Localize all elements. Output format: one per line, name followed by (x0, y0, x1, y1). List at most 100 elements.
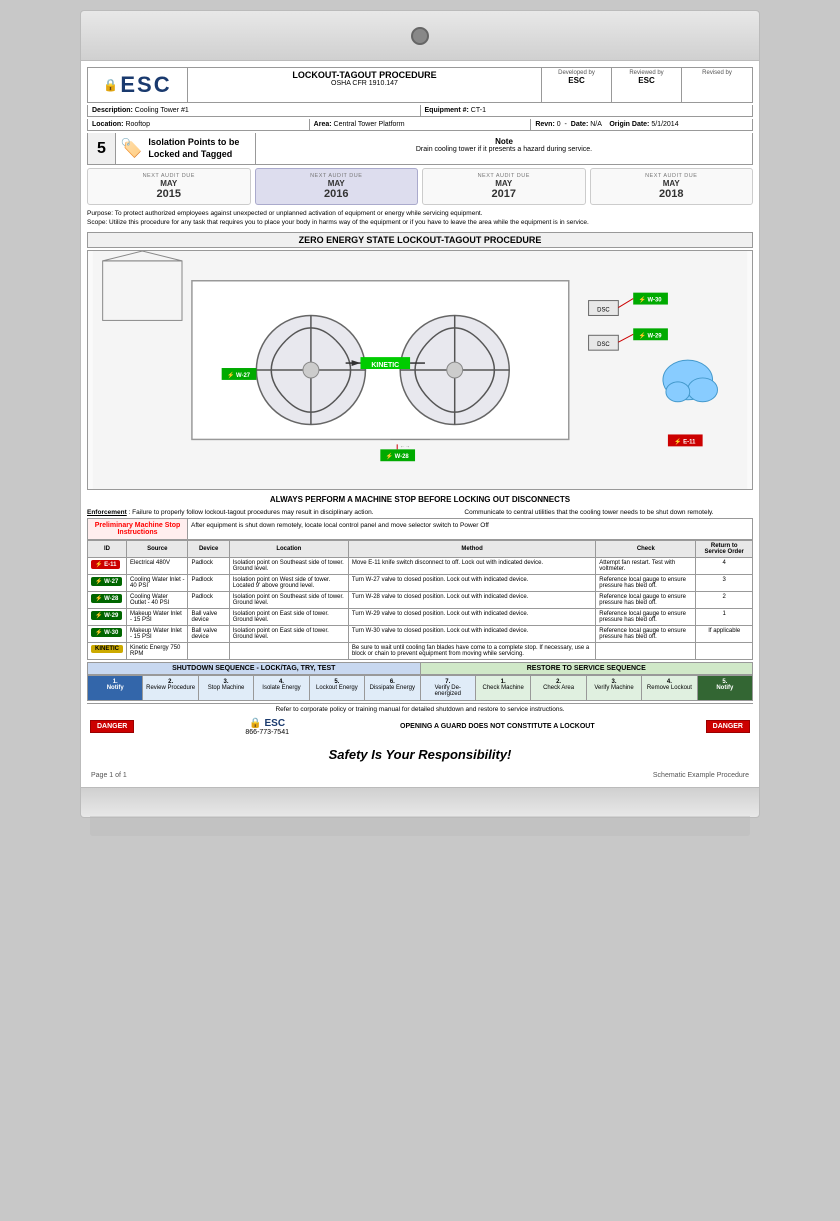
svg-text:KINETIC: KINETIC (371, 362, 399, 369)
step-row: 5 🏷️ Isolation Points to be Locked and T… (87, 133, 753, 165)
lock-icon: 🔒 (103, 78, 118, 92)
revn-value: 0 (557, 121, 561, 128)
info-row: Description: Cooling Tower #1 Equipment … (87, 105, 753, 117)
zero-energy-header: ZERO ENERGY STATE LOCKOUT-TAGOUT PROCEDU… (87, 232, 753, 248)
svg-text:⚡ W-28: ⚡ W-28 (386, 452, 410, 460)
scope-text: Scope: Utilize this procedure for any ta… (87, 218, 753, 227)
step-number: 5 (88, 133, 116, 164)
col-id: ID (88, 540, 127, 557)
cell-id: ⚡ W-27 (88, 574, 127, 591)
step-icon-title: 🏷️ Isolation Points to be Locked and Tag… (116, 133, 256, 164)
table-row: ⚡ W-27 Cooling Water Inlet - 40 PSI Padl… (88, 574, 753, 591)
table-row: ⚡ W-28 Cooling Water Outlet - 40 PSI Pad… (88, 591, 753, 608)
equipment-value: CT-1 (471, 107, 486, 114)
audit-year-2015: 2015 (90, 188, 248, 200)
cell-id: ⚡ W-30 (88, 625, 127, 642)
developed-by-value: ESC (544, 76, 609, 85)
svg-text:⚡ W-30: ⚡ W-30 (639, 295, 663, 303)
title-sub: OSHA CFR 1910.147 (192, 80, 537, 87)
col-device: Device (188, 540, 229, 557)
cell-device: Padlock (188, 591, 229, 608)
audit-year-2018: 2018 (593, 188, 751, 200)
equipment-cell: Equipment #: CT-1 (421, 105, 753, 116)
cell-location (229, 642, 348, 659)
cell-source: Kinetic Energy 750 RPM (127, 642, 188, 659)
tag-icon: 🏷️ (120, 138, 142, 159)
title-cell: LOCKOUT-TAGOUT PROCEDURE OSHA CFR 1910.1… (188, 68, 542, 102)
revn-label: Revn: (535, 121, 554, 128)
danger-badge-right: DANGER (706, 720, 750, 733)
seq-step-7: 1.Check Machine (476, 675, 531, 701)
cell-check: Reference local gauge to ensure pressure… (596, 608, 696, 625)
cell-device: Padlock (188, 557, 229, 574)
audit-month-2016: MAY (258, 179, 416, 188)
revised-by-cell: Revised by (682, 68, 752, 102)
shutdown-title: SHUTDOWN SEQUENCE - LOCK/TAG, TRY, TEST (87, 662, 421, 675)
cell-order: 4 (696, 557, 753, 574)
id-badge: ⚡ E-11 (91, 560, 120, 569)
seq-step-11: 5.Notify (698, 675, 753, 701)
cell-order (696, 642, 753, 659)
seq-label-4: Lockout Energy (312, 685, 362, 691)
cell-method: Turn W-30 valve to closed position. Lock… (348, 625, 595, 642)
logo-cell: 🔒 ESC (88, 68, 188, 102)
seq-label-8: Check Area (533, 685, 583, 691)
table-row: KINETIC Kinetic Energy 750 RPM Be sure t… (88, 642, 753, 659)
seq-step-10: 4.Remove Lockout (642, 675, 697, 701)
cell-location: Isolation point on East side of tower. G… (229, 608, 348, 625)
id-badge: ⚡ W-30 (91, 628, 122, 637)
audit-box-2016: NEXT AUDIT DUE MAY 2016 (255, 168, 419, 205)
footer-logo: 🔒 ESC (245, 718, 289, 729)
seq-step-4: 5.Lockout Energy (310, 675, 365, 701)
dev-rev-cells: Developed by ESC Reviewed by ESC Revised… (542, 68, 752, 102)
footer-row: DANGER 🔒 ESC 866-773-7541 OPENING A GUAR… (87, 715, 753, 739)
origin-label: Origin Date: (609, 121, 649, 128)
description-label: Description: (92, 107, 133, 114)
purpose-text: Purpose: To protect authorized employees… (87, 209, 753, 218)
cell-order: If applicable (696, 625, 753, 642)
date-value: N/A (590, 121, 601, 128)
col-check: Check (596, 540, 696, 557)
table-row: ⚡ W-29 Makeup Water Inlet - 15 PSI Ball … (88, 608, 753, 625)
seq-step-0: 1.Notify (87, 675, 143, 701)
refer-row: Refer to corporate policy or training ma… (87, 703, 753, 715)
schematic-area: KINETIC ⚡ W-27 ⚡ W-28 DSC DSC (87, 250, 753, 490)
table-body: ⚡ E-11 Electrical 480V Padlock Isolation… (88, 557, 753, 659)
cell-order: 1 (696, 608, 753, 625)
col-method: Method (348, 540, 595, 557)
binder-hole (411, 27, 429, 45)
cell-source: Cooling Water Outlet - 40 PSI (127, 591, 188, 608)
id-badge: ⚡ W-27 (91, 577, 122, 586)
cell-check (596, 642, 696, 659)
id-badge: ⚡ W-29 (91, 611, 122, 620)
safety-line: Safety Is Your Responsibility! (87, 747, 753, 762)
cell-device: Ball valve device (188, 608, 229, 625)
enforcement-text: : Failure to properly follow lockout-tag… (129, 509, 374, 516)
cell-method: Move E-11 knife switch disconnect to off… (348, 557, 595, 574)
cell-check: Attempt fan restart. Test with voltmeter… (596, 557, 696, 574)
footer-lock-icon: 🔒 (249, 718, 261, 729)
cell-id: ⚡ E-11 (88, 557, 127, 574)
revn-cell: Revn: 0 - Date: N/A Origin Date: 5/1/201… (531, 119, 752, 130)
main-card: 🔒 ESC LOCKOUT-TAGOUT PROCEDURE OSHA CFR … (80, 60, 760, 788)
page-wrapper: 🔒 ESC LOCKOUT-TAGOUT PROCEDURE OSHA CFR … (0, 0, 840, 1221)
cell-source: Makeup Water Inlet - 15 PSI (127, 608, 188, 625)
machine-stop: ALWAYS PERFORM A MACHINE STOP BEFORE LOC… (87, 492, 753, 507)
col-location: Location (229, 540, 348, 557)
prelim-right-text: After equipment is shut down remotely, l… (191, 522, 489, 529)
developed-by-cell: Developed by ESC (542, 68, 612, 102)
seq-step-1: 2.Review Procedure (143, 675, 198, 701)
svg-text:⚡ E-11: ⚡ E-11 (674, 437, 696, 445)
svg-text:⚡ W-27: ⚡ W-27 (227, 371, 251, 379)
cell-method: Turn W-29 valve to closed position. Lock… (348, 608, 595, 625)
note-cell: Note Drain cooling tower if it presents … (256, 133, 752, 164)
logo-text: ESC (120, 72, 171, 98)
area-cell: Area: Central Tower Platform (310, 119, 532, 130)
seq-step-3: 4.Isolate Energy (254, 675, 309, 701)
footer-logo-text: ESC (265, 718, 286, 729)
seq-label-11: Notify (700, 685, 750, 691)
seq-label-6: Verify De-energized (423, 685, 473, 697)
page-number: Page 1 of 1 (91, 772, 127, 779)
sequence-section: SHUTDOWN SEQUENCE - LOCK/TAG, TRY, TEST … (87, 662, 753, 701)
enforcement-left: Enforcement : Failure to properly follow… (87, 509, 415, 516)
